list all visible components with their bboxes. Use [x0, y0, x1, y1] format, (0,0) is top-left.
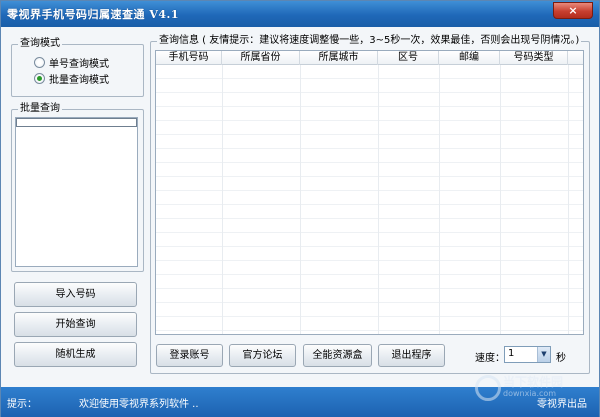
official-forum-button[interactable]: 官方论坛: [229, 344, 296, 367]
batch-mode-label: 批量查询模式: [49, 74, 109, 86]
column-phone-number[interactable]: 手机号码: [156, 51, 222, 65]
chevron-down-icon[interactable]: ▼: [537, 347, 550, 362]
query-info-group: 查询信息 ( 友情提示：建议将速度调整慢一些，3~5秒一次，效果最佳，否则会出现…: [150, 35, 590, 374]
import-numbers-button[interactable]: 导入号码: [14, 282, 137, 307]
batch-mode-radio[interactable]: [34, 72, 45, 84]
column-city[interactable]: 所属城市: [300, 51, 378, 65]
watermark-circle-icon: [475, 375, 501, 401]
results-table[interactable]: 手机号码 所属省份 所属城市 区号 邮编 号码类型: [155, 50, 584, 335]
column-divider: [300, 65, 301, 334]
single-mode-option[interactable]: 单号查询模式: [34, 55, 109, 70]
column-divider: [378, 65, 379, 334]
column-divider: [222, 65, 223, 334]
title-bar[interactable]: 零视界手机号码归属速查通 V4.1 ×: [1, 1, 599, 27]
status-brand: 零视界出品: [537, 399, 587, 410]
batch-mode-option[interactable]: 批量查询模式: [34, 71, 109, 86]
random-generate-button[interactable]: 随机生成: [14, 342, 137, 367]
start-query-button[interactable]: 开始查询: [14, 312, 137, 337]
status-bar: 提示： 欢迎使用零视界系列软件 .. 当下软件园 downxia.com 零视界…: [1, 375, 599, 417]
exit-program-button[interactable]: 退出程序: [378, 344, 445, 367]
batch-input-current-line: [16, 118, 137, 127]
app-window: 零视界手机号码归属速查通 V4.1 × 查询模式 单号查询模式 批量查询模式 批…: [0, 0, 600, 417]
single-mode-label: 单号查询模式: [49, 58, 109, 70]
single-mode-radio[interactable]: [34, 56, 45, 68]
column-zip-code[interactable]: 邮编: [439, 51, 500, 65]
query-mode-group: 查询模式 单号查询模式 批量查询模式: [11, 38, 144, 97]
speed-label: 速度：: [475, 353, 505, 364]
column-province[interactable]: 所属省份: [222, 51, 300, 65]
speed-select[interactable]: 1 ▼: [504, 346, 551, 363]
batch-query-group: 批量查询: [11, 103, 144, 272]
results-table-body: [156, 65, 583, 334]
results-table-header: 手机号码 所属省份 所属城市 区号 邮编 号码类型: [156, 51, 583, 65]
speed-value: 1: [508, 348, 515, 359]
window-title: 零视界手机号码归属速查通 V4.1: [7, 8, 180, 21]
resource-box-button[interactable]: 全能资源盒: [303, 344, 372, 367]
status-hint-label: 提示：: [7, 399, 37, 410]
column-number-type[interactable]: 号码类型: [500, 51, 568, 65]
batch-number-input[interactable]: [15, 117, 138, 267]
status-message: 欢迎使用零视界系列软件 ..: [79, 399, 199, 410]
query-info-label: 查询信息 ( 友情提示：建议将速度调整慢一些，3~5秒一次，效果最佳，否则会出现…: [157, 35, 582, 47]
column-divider: [500, 65, 501, 334]
watermark-text: 当下软件园: [503, 375, 564, 389]
batch-query-label: 批量查询: [18, 103, 62, 115]
column-divider: [439, 65, 440, 334]
column-area-code[interactable]: 区号: [378, 51, 439, 65]
speed-unit: 秒: [556, 353, 566, 364]
close-button[interactable]: ×: [553, 2, 593, 19]
column-divider: [568, 65, 569, 334]
query-mode-label: 查询模式: [18, 38, 62, 50]
login-account-button[interactable]: 登录账号: [156, 344, 223, 367]
